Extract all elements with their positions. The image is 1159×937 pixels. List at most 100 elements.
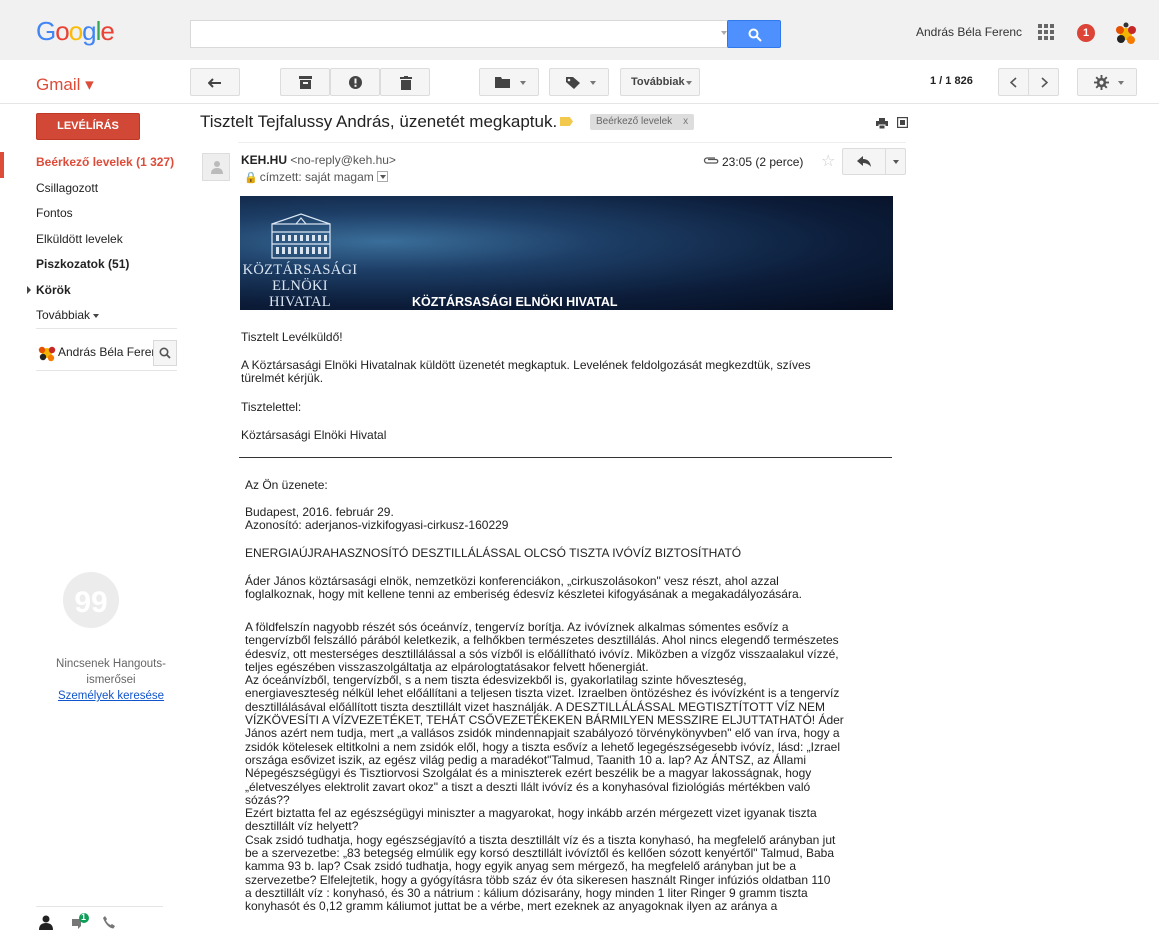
your-message-heading: Az Ön üzenete: bbox=[245, 478, 328, 492]
building-logo-icon bbox=[271, 213, 331, 259]
sidebar-item-label: Elküldött levelek bbox=[36, 231, 123, 246]
search-icon bbox=[748, 28, 762, 42]
logo-letter: g bbox=[82, 16, 97, 46]
reply-more-button[interactable] bbox=[885, 148, 906, 175]
sidebar-item-inbox[interactable]: Beérkező levelek (1 327) bbox=[0, 152, 180, 178]
logo-letter: G bbox=[36, 16, 56, 46]
hangouts-user: András Béla Ferenc bbox=[36, 340, 177, 366]
archive-icon bbox=[299, 76, 312, 89]
logo-letter: o bbox=[68, 16, 84, 46]
older-button[interactable] bbox=[1028, 68, 1059, 96]
spam-icon bbox=[349, 76, 362, 89]
user-avatar[interactable] bbox=[36, 342, 58, 364]
hangouts-search-button[interactable] bbox=[153, 340, 177, 366]
labels-button[interactable] bbox=[549, 68, 609, 96]
delete-button[interactable] bbox=[380, 68, 430, 96]
sender[interactable]: KEH.HU <no-reply@keh.hu> bbox=[241, 153, 396, 167]
search-icon bbox=[159, 347, 171, 359]
message-body-text: A földfelszín nagyobb részét sós óceánví… bbox=[245, 620, 844, 914]
gear-icon bbox=[1094, 75, 1109, 90]
search-box[interactable] bbox=[190, 20, 735, 48]
banner-logo-text: KÖZTÁRSASÁGI ELNÖKI HIVATAL bbox=[240, 262, 360, 310]
find-people-link[interactable]: Személyek keresése bbox=[46, 688, 176, 704]
settings-button[interactable] bbox=[1077, 68, 1137, 96]
greeting: Tisztelt Levélküldő! bbox=[241, 330, 343, 344]
sidebar-item-label: Piszkozatok (51) bbox=[36, 257, 130, 271]
id-line: Azonosító: aderjanos-vizkifogyasi-cirkus… bbox=[245, 518, 509, 532]
search-input[interactable] bbox=[191, 21, 735, 47]
divider bbox=[36, 328, 177, 329]
sidebar-item-label: Fontos bbox=[36, 206, 73, 220]
label-chip[interactable]: Beérkező levelek x bbox=[590, 114, 695, 130]
chevron-right-icon bbox=[1041, 77, 1048, 88]
notifications-badge[interactable]: 1 bbox=[1077, 24, 1095, 42]
reply-icon bbox=[857, 156, 871, 167]
move-to-button[interactable] bbox=[479, 68, 539, 96]
sender-avatar bbox=[202, 153, 230, 181]
sidebar-item-sent[interactable]: Elküldött levelek bbox=[0, 229, 180, 255]
no-contacts-text: Nincsenek Hangouts-ismerősei bbox=[56, 658, 166, 686]
logo-letter: e bbox=[100, 16, 115, 46]
person-icon[interactable] bbox=[39, 915, 53, 931]
chat-badge: 1 bbox=[81, 912, 87, 922]
logo-letter: o bbox=[55, 16, 70, 46]
divider bbox=[238, 142, 906, 143]
google-logo[interactable]: Google bbox=[36, 16, 115, 47]
chevron-left-icon bbox=[1010, 77, 1017, 88]
apps-grid-icon[interactable] bbox=[1038, 24, 1054, 40]
compose-button[interactable]: LEVÉLÍRÁS bbox=[36, 113, 140, 140]
message-subject: Tisztelt Tejfalussy András, üzenetét meg… bbox=[200, 112, 558, 131]
hangouts-user-name[interactable]: András Béla Ferenc bbox=[58, 345, 154, 359]
lock-icon: 🔒 bbox=[244, 172, 258, 184]
new-window-icon[interactable] bbox=[897, 117, 908, 128]
sidebar-item-more[interactable]: Továbbiak bbox=[0, 305, 180, 331]
divider bbox=[239, 457, 892, 458]
keh-banner: KÖZTÁRSASÁGI ELNÖKI HIVATAL KÖZTÁRSASÁGI… bbox=[240, 196, 893, 310]
banner-logo-line: ELNÖKI HIVATAL bbox=[269, 278, 331, 310]
more-actions-button[interactable]: Továbbiak bbox=[620, 68, 700, 96]
show-details-button[interactable] bbox=[376, 171, 388, 182]
star-icon[interactable]: ☆ bbox=[821, 151, 835, 171]
chevron-down-icon bbox=[893, 160, 899, 164]
recipient-line: 🔒 címzett: saját magam bbox=[244, 170, 388, 184]
hangouts-quote-icon: 99 bbox=[63, 572, 119, 628]
phone-icon[interactable] bbox=[102, 915, 116, 929]
paragraph-line: foglalkoznak, hogy mit kellene tenni az … bbox=[245, 587, 802, 601]
reply-button[interactable] bbox=[842, 148, 886, 175]
gmail-menu[interactable]: Gmail ▾ bbox=[36, 75, 94, 95]
trash-icon bbox=[400, 76, 412, 90]
sidebar-item-label: Továbbiak bbox=[36, 308, 91, 322]
hangouts-bottom-bar: 1 bbox=[36, 906, 163, 937]
label-chip-text: Beérkező levelek bbox=[596, 116, 673, 127]
page-count: 1 / 1 826 bbox=[930, 75, 973, 87]
sender-name: KEH.HU bbox=[241, 153, 288, 167]
print-icon[interactable] bbox=[876, 118, 888, 129]
banner-logo-line: KÖZTÁRSASÁGI bbox=[242, 262, 358, 278]
expand-arrow-icon[interactable] bbox=[27, 285, 31, 294]
sidebar-item-drafts[interactable]: Piszkozatok (51) bbox=[0, 254, 180, 280]
account-name[interactable]: András Béla Ferenc bbox=[916, 25, 1022, 39]
chevron-down-icon bbox=[93, 313, 100, 318]
sidebar-item-circles[interactable]: Körök bbox=[0, 280, 180, 306]
sidebar-item-starred[interactable]: Csillagozott bbox=[0, 178, 180, 204]
label-icon bbox=[566, 77, 580, 89]
back-button[interactable] bbox=[190, 68, 240, 96]
hangouts-chat-icon[interactable] bbox=[70, 913, 90, 933]
account-avatar[interactable] bbox=[1112, 20, 1140, 48]
search-button[interactable] bbox=[727, 20, 781, 48]
newer-button[interactable] bbox=[998, 68, 1029, 96]
person-icon bbox=[211, 161, 223, 174]
archive-button[interactable] bbox=[280, 68, 330, 96]
no-contacts-message: Nincsenek Hangouts-ismerősei Személyek k… bbox=[46, 656, 176, 704]
remove-label-button[interactable]: x bbox=[683, 114, 688, 130]
more-actions-label: Továbbiak bbox=[631, 76, 685, 88]
sidebar-item-important[interactable]: Fontos bbox=[0, 203, 180, 229]
top-bar: Google András Béla Ferenc 1 bbox=[0, 0, 1159, 60]
importance-marker-icon[interactable] bbox=[560, 117, 573, 126]
sender-email: <no-reply@keh.hu> bbox=[290, 153, 396, 167]
banner-title: KÖZTÁRSASÁGI ELNÖKI HIVATAL bbox=[412, 295, 618, 309]
sidebar-nav: Beérkező levelek (1 327) Csillagozott Fo… bbox=[0, 152, 180, 331]
report-spam-button[interactable] bbox=[330, 68, 380, 96]
divider bbox=[36, 370, 177, 371]
action-bar: Gmail ▾ Továbbiak 1 / 1 826 bbox=[0, 60, 1159, 104]
